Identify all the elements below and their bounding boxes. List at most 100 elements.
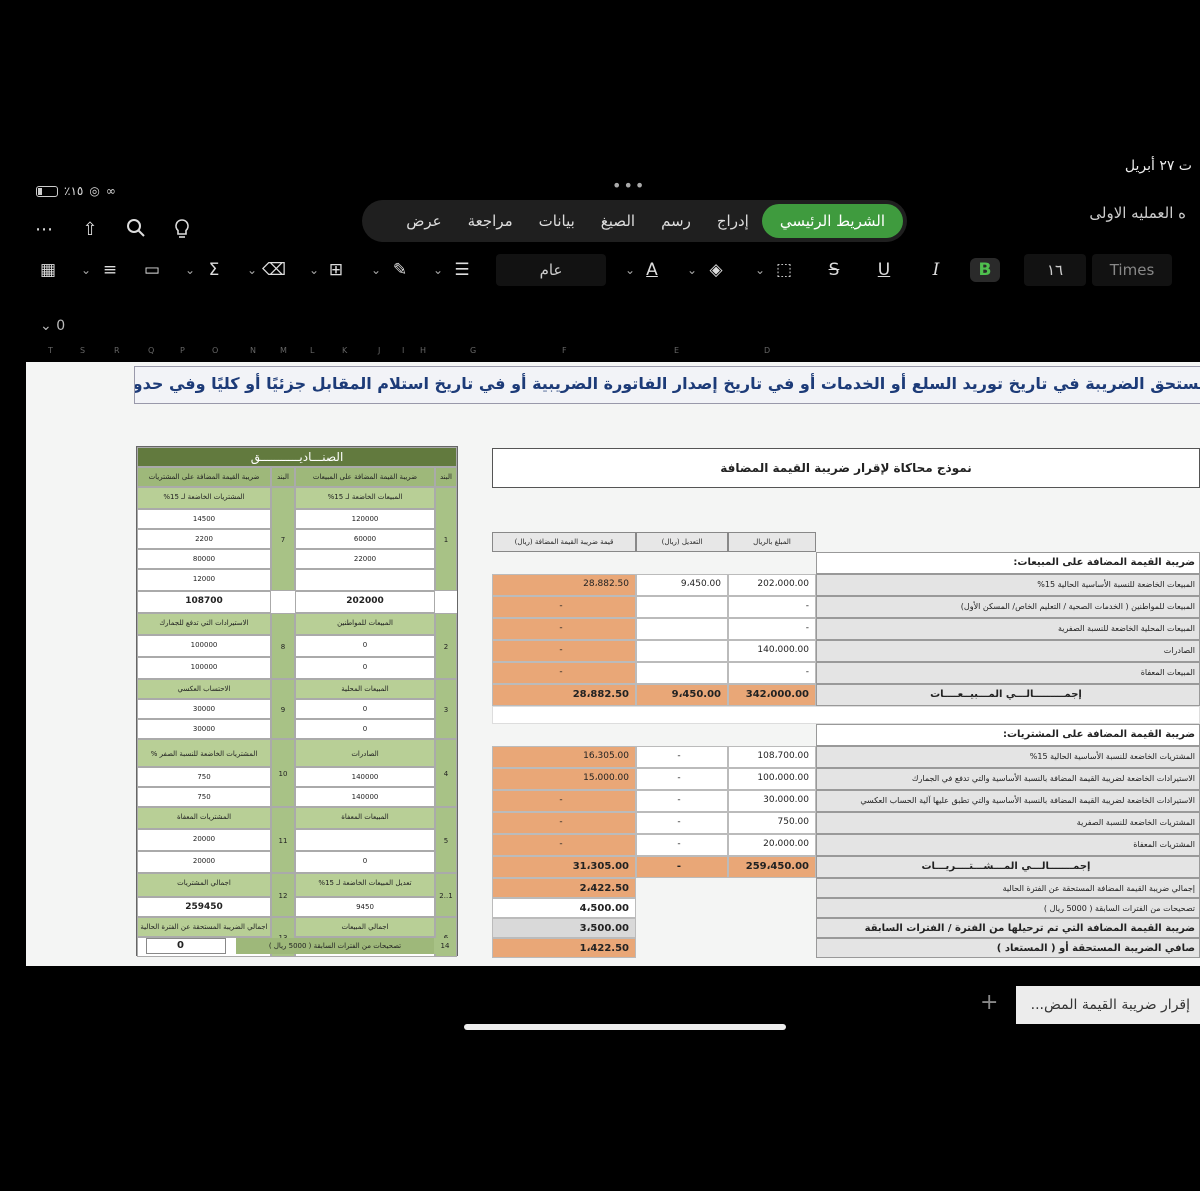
tab-home[interactable]: الشريط الرئيسي [761, 204, 903, 238]
purchases-value[interactable]: 12000 [137, 569, 271, 591]
purchases-amount[interactable]: 750.00 [728, 812, 816, 834]
format-painter-icon[interactable]: ✎ [388, 258, 412, 282]
purchases-grand-total[interactable]: 259450 [137, 897, 271, 917]
sales-adjust[interactable] [636, 618, 728, 640]
sales-value[interactable]: 0 [295, 851, 435, 873]
borders-icon[interactable]: ⊞ [324, 258, 348, 282]
sheet-tab[interactable]: إقرار ضريبة القيمة المض... [1016, 986, 1200, 1024]
sales-vat[interactable]: 28،882.50 [492, 574, 636, 596]
sales-value[interactable]: 0 [295, 699, 435, 719]
purchases-value[interactable]: 2200 [137, 529, 271, 549]
chevron-down-icon[interactable]: ⌄ [308, 258, 320, 282]
sales-adjust-label[interactable]: تعديل المبيعات الخاضعة لـ 15% [295, 873, 435, 897]
column-header[interactable]: N [250, 346, 256, 355]
home-indicator[interactable] [464, 1024, 786, 1030]
bold-button[interactable]: B [970, 258, 1000, 282]
purchases-value[interactable]: 20000 [137, 829, 271, 851]
purchases-value[interactable]: 30000 [137, 719, 271, 739]
fill-color-icon[interactable]: ◈ [704, 258, 728, 282]
underline-button[interactable]: U [872, 258, 896, 282]
vat-return-table[interactable]: قيمة ضريبة القيمة المضافة (ريال) التعديل… [492, 530, 1200, 958]
purchases-label[interactable]: الاحتساب العكسي [137, 679, 271, 699]
sales-total-vat[interactable]: 28،882.50 [492, 684, 636, 706]
sales-adjust[interactable]: 9،450.00 [636, 574, 728, 596]
sales-vat[interactable]: - [492, 618, 636, 640]
sales-value[interactable]: 140000 [295, 787, 435, 807]
chevron-down-icon[interactable]: ⌄ [370, 258, 382, 282]
sales-label[interactable]: المبيعات المعفاة [295, 807, 435, 829]
formula-bar[interactable]: ⌄ 0 [40, 318, 65, 334]
purchases-amount[interactable]: 108،700.00 [728, 746, 816, 768]
sales-value[interactable] [295, 569, 435, 591]
purchases-adjust[interactable]: - [636, 790, 728, 812]
purchases-adjust[interactable]: - [636, 812, 728, 834]
purchases-vat[interactable]: 15،000.00 [492, 768, 636, 790]
purchases-value[interactable]: 80000 [137, 549, 271, 569]
purchases-total-label[interactable]: اجمالي المشتريات [137, 873, 271, 897]
purchases-value[interactable]: 20000 [137, 851, 271, 873]
sales-label[interactable]: المبيعات للمواطنين [295, 613, 435, 635]
italic-button[interactable]: I [924, 258, 948, 282]
purchases-desc[interactable]: المشتريات الخاضعة للنسبة الصفرية [816, 812, 1200, 834]
chevron-down-icon[interactable]: ⌄ [184, 258, 196, 282]
multitask-dots-icon[interactable]: ••• [612, 176, 646, 195]
sales-amount[interactable]: 202،000.00 [728, 574, 816, 596]
more-icon[interactable]: ⋯ [32, 218, 56, 242]
current-period-tax-label[interactable]: اجمالي الضريبة المستحقة عن الفترة الحالي… [137, 917, 271, 937]
column-header[interactable]: G [470, 346, 476, 355]
purchases-vat[interactable]: - [492, 790, 636, 812]
purchases-amount[interactable]: 20،000.00 [728, 834, 816, 856]
font-name-select[interactable]: Times [1092, 254, 1172, 286]
align-icon[interactable]: ☰ [450, 258, 474, 282]
purchases-label[interactable]: المشتريات الخاضعة لـ 15% [137, 487, 271, 509]
sales-amount[interactable]: - [728, 596, 816, 618]
sales-label[interactable]: الصادرات [295, 739, 435, 767]
font-color-icon[interactable]: A [640, 258, 664, 282]
purchases-amount[interactable]: 100،000.00 [728, 768, 816, 790]
purchases-adjust[interactable]: - [636, 746, 728, 768]
sales-value[interactable]: 140000 [295, 767, 435, 787]
select-icon[interactable]: ⬚ [772, 258, 796, 282]
strikethrough-button[interactable]: S [822, 258, 846, 282]
purchases-total[interactable]: 108700 [137, 591, 271, 613]
corrections-value[interactable]: 0 [146, 938, 226, 954]
chevron-down-icon[interactable]: ⌄ [80, 258, 92, 282]
sales-vat[interactable]: - [492, 640, 636, 662]
purchases-value[interactable]: 30000 [137, 699, 271, 719]
sales-amount[interactable]: - [728, 662, 816, 684]
search-icon[interactable] [124, 218, 148, 242]
purchases-desc[interactable]: الاستيرادات الخاضعة لضريبة القيمة المضاف… [816, 790, 1200, 812]
sales-desc[interactable]: المبيعات الخاضعة للنسبة الأساسية الحالية… [816, 574, 1200, 596]
carried-forward-label[interactable]: ضريبة القيمة المضافة التي تم ترحيلها من … [816, 918, 1200, 938]
sales-desc[interactable]: المبيعات المعفاة [816, 662, 1200, 684]
column-header[interactable]: S [80, 346, 85, 355]
purchases-label[interactable]: الاستيرادات التي تدفع للجمارك [137, 613, 271, 635]
column-header[interactable]: M [280, 346, 287, 355]
tab-view[interactable]: عرض [393, 204, 454, 238]
sales-label[interactable]: المبيعات الخاضعة لـ 15% [295, 487, 435, 509]
sales-vat[interactable]: - [492, 596, 636, 618]
sales-total[interactable]: 202000 [295, 591, 435, 613]
filter-icon[interactable]: ≡ [98, 258, 122, 282]
sales-label[interactable]: المبيعات المحلية [295, 679, 435, 699]
sales-desc[interactable]: المبيعات المحلية الخاضعة للنسبة الصفرية [816, 618, 1200, 640]
purchases-value[interactable]: 750 [137, 787, 271, 807]
font-size-select[interactable]: ١٦ [1024, 254, 1086, 286]
purchases-amount[interactable]: 30،000.00 [728, 790, 816, 812]
share-icon[interactable]: ⇧ [78, 218, 102, 242]
purchases-desc[interactable]: الاستيرادات الخاضعة لضريبة القيمة المضاف… [816, 768, 1200, 790]
form-title[interactable]: نموذج محاكاة لإقرار ضريبة القيمة المضافة [492, 448, 1200, 488]
sales-adjust[interactable] [636, 662, 728, 684]
sales-value[interactable]: 120000 [295, 509, 435, 529]
purchases-adjust[interactable]: - [636, 834, 728, 856]
purchases-vat[interactable]: - [492, 812, 636, 834]
sales-value[interactable]: 60000 [295, 529, 435, 549]
sales-amount[interactable]: - [728, 618, 816, 640]
purchases-total-vat[interactable]: 31،305.00 [492, 856, 636, 878]
purchases-label[interactable]: المشتريات المعفاة [137, 807, 271, 829]
table-icon[interactable]: ▦ [36, 258, 60, 282]
chevron-down-icon[interactable]: ⌄ [686, 258, 698, 282]
column-header[interactable]: I [402, 346, 404, 355]
chevron-down-icon[interactable]: ⌄ [432, 258, 444, 282]
purchases-vat[interactable]: 16،305.00 [492, 746, 636, 768]
